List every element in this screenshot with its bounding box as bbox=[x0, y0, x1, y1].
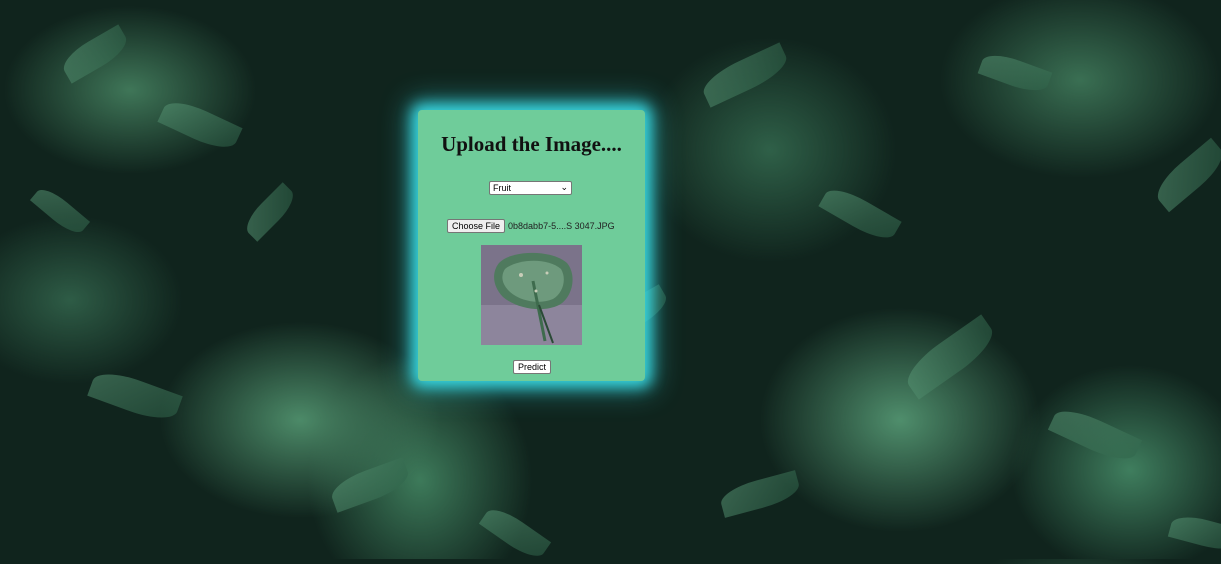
fern-leaf bbox=[157, 94, 243, 156]
leaf-image-icon bbox=[481, 245, 582, 345]
fern-leaf bbox=[977, 48, 1053, 98]
fern-leaf bbox=[57, 24, 133, 84]
category-select[interactable]: Fruit ⌄ bbox=[489, 181, 572, 195]
file-name-label: 0b8dabb7-5....S 3047.JPG bbox=[508, 221, 615, 231]
image-preview bbox=[481, 245, 582, 345]
file-input: Choose File 0b8dabb7-5....S 3047.JPG bbox=[447, 219, 615, 233]
fern-leaf bbox=[240, 182, 300, 242]
page-title: Upload the Image.... bbox=[441, 132, 622, 156]
choose-file-button[interactable]: Choose File bbox=[447, 219, 506, 233]
fern-leaf bbox=[1167, 511, 1221, 555]
fern-leaf bbox=[327, 457, 413, 513]
fern-leaf bbox=[1047, 402, 1143, 468]
fern-leaf bbox=[478, 502, 552, 564]
fern-leaf bbox=[697, 42, 793, 108]
predict-button[interactable]: Predict bbox=[513, 360, 552, 374]
chevron-down-icon: ⌄ bbox=[560, 182, 568, 192]
category-select-value: Fruit bbox=[493, 183, 511, 193]
fern-leaf bbox=[717, 470, 803, 518]
fern-leaf bbox=[29, 183, 91, 239]
upload-card: Upload the Image.... Fruit ⌄ Choose File… bbox=[418, 110, 645, 381]
fern-leaf bbox=[87, 365, 183, 427]
fern-leaf bbox=[818, 181, 902, 247]
fern-leaf bbox=[1149, 137, 1221, 213]
fern-leaf bbox=[899, 314, 1001, 400]
